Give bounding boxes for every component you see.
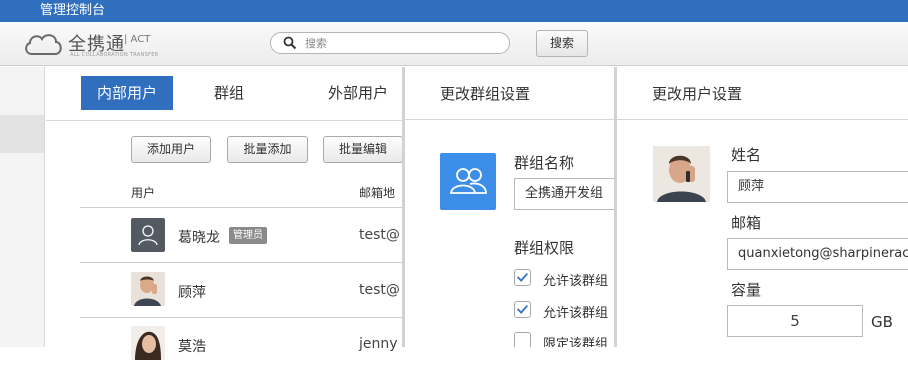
tab-groups[interactable]: 群组: [214, 76, 244, 110]
user-name: 顾萍: [178, 285, 206, 301]
search-box[interactable]: [270, 32, 510, 54]
user-avatar: [653, 146, 710, 202]
quota-unit: GB: [871, 313, 893, 331]
search-input[interactable]: [305, 35, 501, 51]
quota-label: 容量: [731, 281, 762, 299]
user-name: 葛晓龙: [178, 230, 220, 246]
permission-checkbox[interactable]: [514, 332, 531, 347]
name-label: 姓名: [731, 146, 762, 164]
permission-label: 允许该群组: [543, 306, 609, 321]
user-email: jenny: [359, 336, 398, 352]
group-icon: [440, 153, 496, 210]
user-email: test@: [359, 227, 400, 243]
column-header-email[interactable]: 邮箱地: [359, 184, 395, 201]
tab-external-users[interactable]: 外部用户: [328, 76, 388, 110]
default-user-icon: [131, 218, 165, 252]
user-name: 莫浩: [178, 339, 206, 355]
permission-label: 限定该群组: [543, 337, 609, 347]
table-row[interactable]: [80, 318, 403, 372]
group-settings-panel: 更改群组设置 群组名称 全携通开发组 群组权限 允许该群组 允许该群组 限定该群…: [405, 67, 615, 347]
permission-label: 允许该群组: [543, 274, 609, 289]
table-row[interactable]: [80, 263, 403, 317]
search-icon: [283, 36, 297, 50]
top-toolbar: 全携通 | ACT ALL COLLABORATION TRANSFER 搜索: [0, 22, 908, 66]
group-name-label: 群组名称: [514, 154, 575, 172]
group-settings-title: 更改群组设置: [405, 67, 615, 120]
batch-add-button[interactable]: 批量添加: [227, 136, 308, 163]
batch-edit-button[interactable]: 批量编辑: [323, 136, 403, 163]
quota-input[interactable]: 5: [727, 305, 863, 337]
tab-divider: [46, 120, 403, 121]
permission-checkbox[interactable]: [514, 301, 531, 318]
search-button[interactable]: 搜索: [536, 30, 588, 57]
user-settings-title: 更改用户设置: [617, 67, 908, 120]
user-settings-panel: 更改用户设置 姓名 顾萍 邮箱 quanxietong@sharpineract…: [617, 67, 908, 347]
admin-badge: 管理员: [229, 227, 267, 244]
user-avatar: [131, 326, 165, 360]
user-email: test@: [359, 282, 400, 298]
name-input[interactable]: 顾萍: [727, 171, 908, 203]
group-permissions-label: 群组权限: [514, 239, 575, 257]
add-user-button[interactable]: 添加用户: [131, 136, 211, 163]
permission-checkbox[interactable]: [514, 269, 531, 286]
group-name-input[interactable]: 全携通开发组: [514, 178, 615, 210]
left-nav-strip: [0, 67, 45, 347]
window-title: 管理控制台: [40, 3, 106, 18]
left-nav-selected-item[interactable]: [0, 115, 44, 153]
tab-internal-users[interactable]: 内部用户: [81, 76, 173, 110]
user-avatar: [131, 272, 165, 306]
window-title-bar: 管理控制台: [0, 0, 908, 22]
logo-tagline: ALL COLLABORATION TRANSFER: [70, 52, 159, 58]
email-input[interactable]: quanxietong@sharpineract: [727, 238, 908, 270]
cloud-logo-icon: [25, 34, 62, 55]
users-panel: 内部用户 群组 外部用户 添加用户 批量添加 批量编辑 用户 邮箱地 葛晓龙 管…: [46, 67, 403, 360]
column-header-user[interactable]: 用户: [131, 184, 155, 201]
logo-act: | ACT: [124, 34, 151, 45]
email-label: 邮箱: [731, 214, 762, 232]
